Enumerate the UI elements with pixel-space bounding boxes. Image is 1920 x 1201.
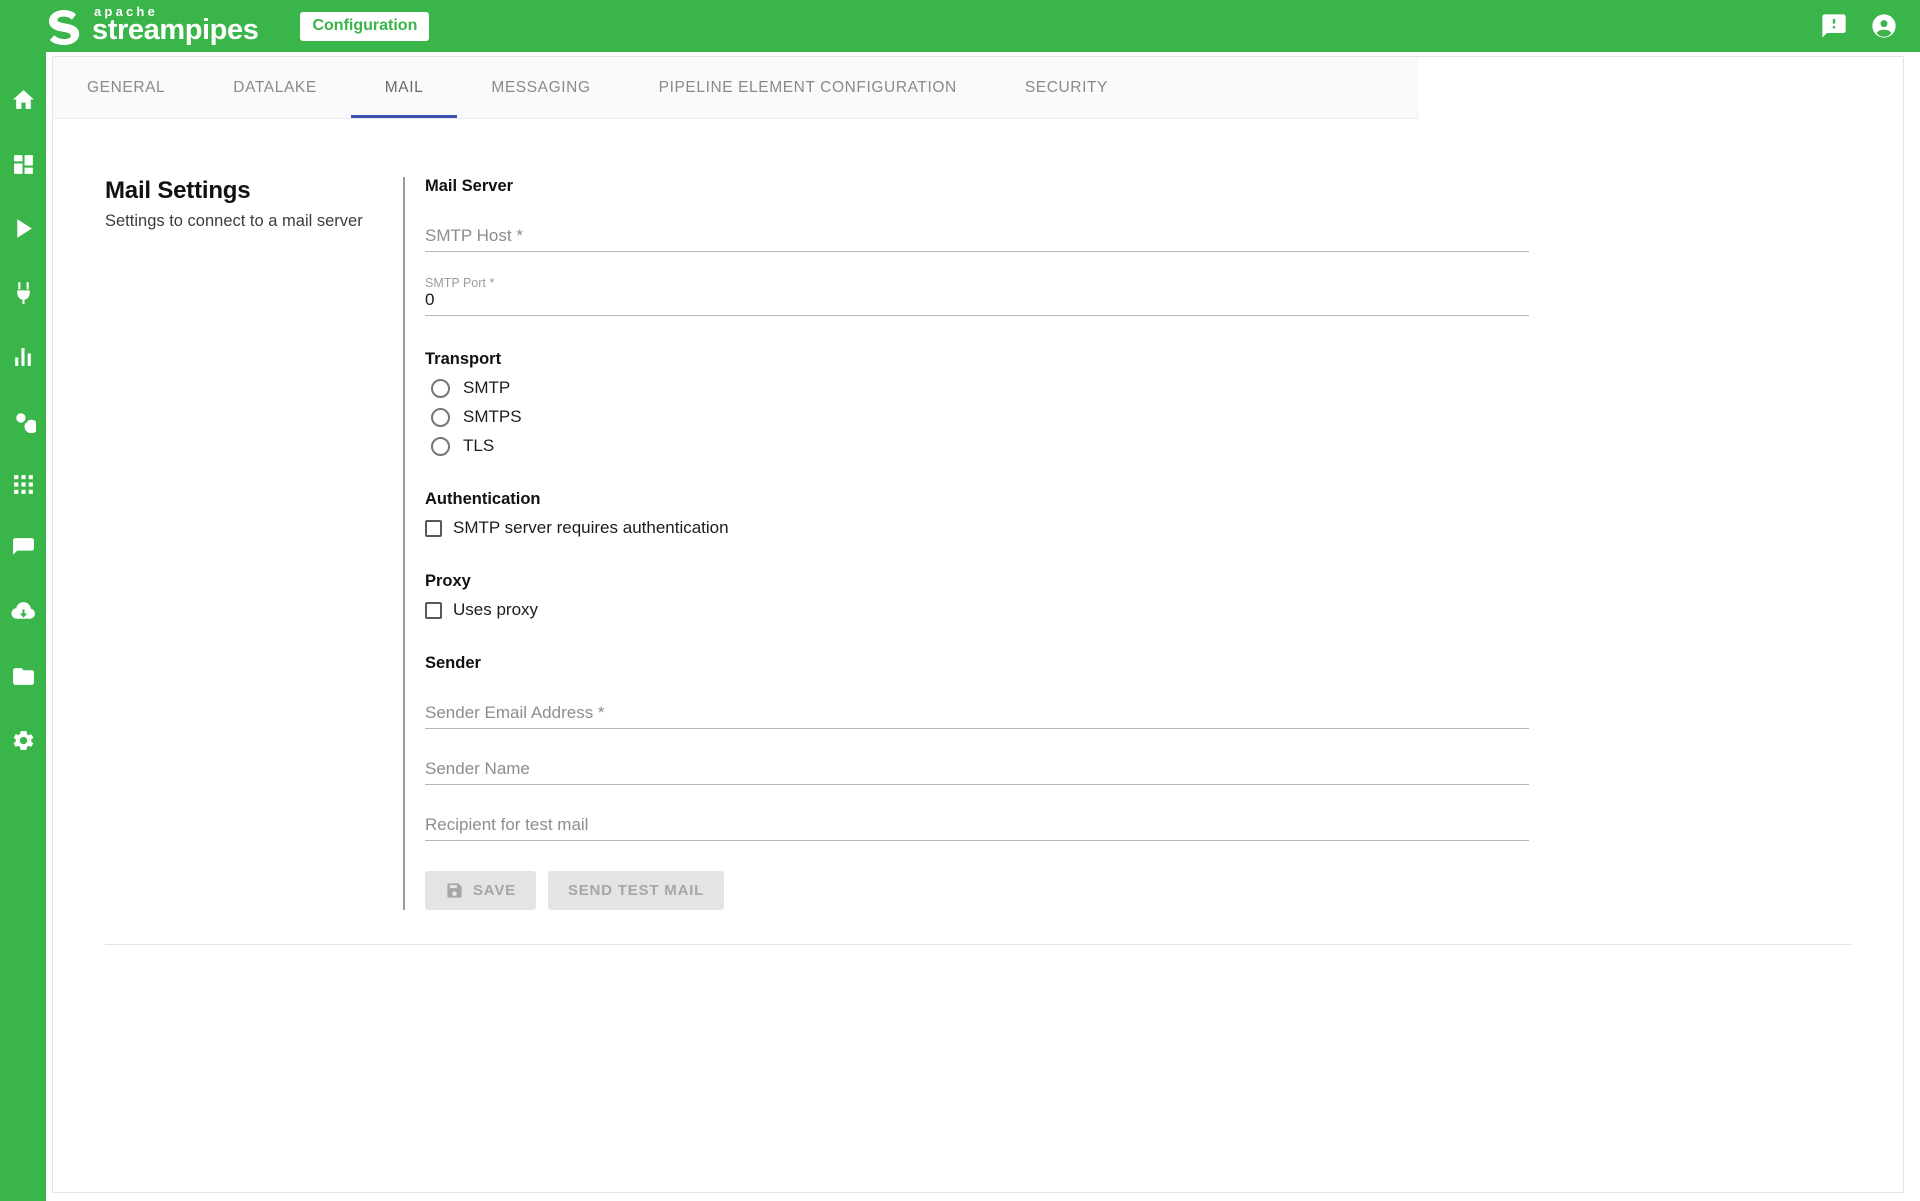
test-recipient-field[interactable]: Recipient for test mail <box>425 807 1529 841</box>
sidebar-nav <box>0 52 46 1201</box>
smtp-port-field[interactable]: SMTP Port * 0 <box>425 276 1529 316</box>
checkbox-unchecked-icon <box>425 601 442 619</box>
radio-label-smtp: SMTP <box>463 378 511 397</box>
settings-tabbar: GENERAL DATALAKE MAIL MESSAGING PIPELINE… <box>53 57 1419 119</box>
notifications-chat-icon <box>12 537 34 555</box>
smtp-host-field[interactable]: SMTP Host * <box>425 218 1529 252</box>
tab-security[interactable]: SECURITY <box>991 57 1142 118</box>
save-button[interactable]: SAVE <box>425 871 536 910</box>
sender-name-field[interactable]: Sender Name <box>425 751 1529 785</box>
sidebar-item-home[interactable] <box>0 68 46 132</box>
save-button-label: SAVE <box>473 882 516 899</box>
brand-logo[interactable]: apache streampipes <box>46 0 259 52</box>
streampipes-logo-icon <box>49 10 80 45</box>
brand-name-text: streampipes <box>92 14 259 46</box>
smtp-host-placeholder: SMTP Host * <box>425 226 523 245</box>
checkbox-label-uses-proxy: Uses proxy <box>453 600 539 619</box>
sidebar-item-install[interactable] <box>0 580 46 644</box>
smtp-port-label: SMTP Port * <box>425 276 495 290</box>
tab-mail[interactable]: MAIL <box>350 57 458 118</box>
configuration-badge[interactable]: Configuration <box>300 11 430 41</box>
send-test-mail-button-label: SEND TEST MAIL <box>567 882 705 899</box>
connect-plug-icon <box>16 281 30 304</box>
checkbox-uses-proxy[interactable]: Uses proxy <box>425 600 1851 620</box>
chart-bar-icon <box>14 347 31 366</box>
checkbox-requires-authentication[interactable]: SMTP server requires authentication <box>425 518 1851 538</box>
header-actions <box>1820 0 1898 52</box>
radio-label-smtps: SMTPS <box>463 407 522 426</box>
radio-transport-smtps[interactable]: SMTPS <box>431 407 1851 427</box>
form-actions: SAVE SEND TEST MAIL <box>425 871 1851 910</box>
save-disk-icon <box>447 883 462 898</box>
sidebar-item-files[interactable] <box>0 644 46 708</box>
test-recipient-placeholder: Recipient for test mail <box>425 815 589 834</box>
content-card: GENERAL DATALAKE MAIL MESSAGING PIPELINE… <box>52 56 1904 1193</box>
sender-name-placeholder: Sender Name <box>425 759 530 778</box>
page-title: Mail Settings <box>105 177 251 204</box>
pipelines-play-icon <box>16 218 32 238</box>
settings-gear-icon <box>13 730 33 750</box>
account-circle-icon[interactable] <box>1870 12 1898 40</box>
radio-unchecked-icon <box>431 407 450 427</box>
dashboard-icon <box>13 154 33 174</box>
tab-general[interactable]: GENERAL <box>53 57 199 118</box>
panel-divider <box>105 944 1851 945</box>
send-test-mail-button[interactable]: SEND TEST MAIL <box>547 871 725 910</box>
smtp-port-value: 0 <box>425 290 435 309</box>
sidebar-item-configuration[interactable] <box>0 708 46 772</box>
sender-email-field[interactable]: Sender Email Address * <box>425 695 1529 729</box>
radio-unchecked-icon <box>431 436 450 456</box>
sidebar-item-connect[interactable] <box>0 260 46 324</box>
radio-unchecked-icon <box>431 378 450 398</box>
section-heading-authentication: Authentication <box>425 490 541 508</box>
files-folder-icon <box>12 667 34 685</box>
apps-grid-icon <box>13 474 33 494</box>
tab-datalake[interactable]: DATALAKE <box>199 57 350 118</box>
section-heading-proxy: Proxy <box>425 572 471 590</box>
radio-label-tls: TLS <box>463 436 495 455</box>
section-heading-mail-server: Mail Server <box>425 177 514 195</box>
alert-message-icon[interactable] <box>1820 12 1848 40</box>
sidebar-item-dataexplorer[interactable] <box>0 324 46 388</box>
radio-transport-smtp[interactable]: SMTP <box>431 378 1851 398</box>
section-heading-transport: Transport <box>425 350 502 368</box>
mail-settings-panel: Mail Settings Settings to connect to a m… <box>53 119 1903 910</box>
search-icon <box>15 412 36 433</box>
sidebar-item-apps[interactable] <box>0 452 46 516</box>
sidebar-item-notifications[interactable] <box>0 516 46 580</box>
page-subtitle: Settings to connect to a mail server <box>105 212 363 230</box>
sidebar-item-dashboard[interactable] <box>0 132 46 196</box>
sidebar-item-pipelines[interactable] <box>0 196 46 260</box>
download-cloud-icon <box>10 601 35 619</box>
sidebar-item-search[interactable] <box>0 388 46 452</box>
mail-settings-form: Mail Server SMTP Host * SMTP Port * 0 Tr… <box>403 177 1851 910</box>
checkbox-label-requires-authentication: SMTP server requires authentication <box>453 518 729 537</box>
checkbox-unchecked-icon <box>425 519 442 537</box>
sender-email-placeholder: Sender Email Address * <box>425 703 605 722</box>
section-heading-sender: Sender <box>425 654 481 672</box>
radio-transport-tls[interactable]: TLS <box>431 436 1851 456</box>
home-icon <box>12 89 34 109</box>
settings-description: Mail Settings Settings to connect to a m… <box>53 177 403 910</box>
tab-pipeline-element-configuration[interactable]: PIPELINE ELEMENT CONFIGURATION <box>625 57 991 118</box>
app-header: apache streampipes Configuration <box>0 0 1920 52</box>
tab-messaging[interactable]: MESSAGING <box>457 57 624 118</box>
